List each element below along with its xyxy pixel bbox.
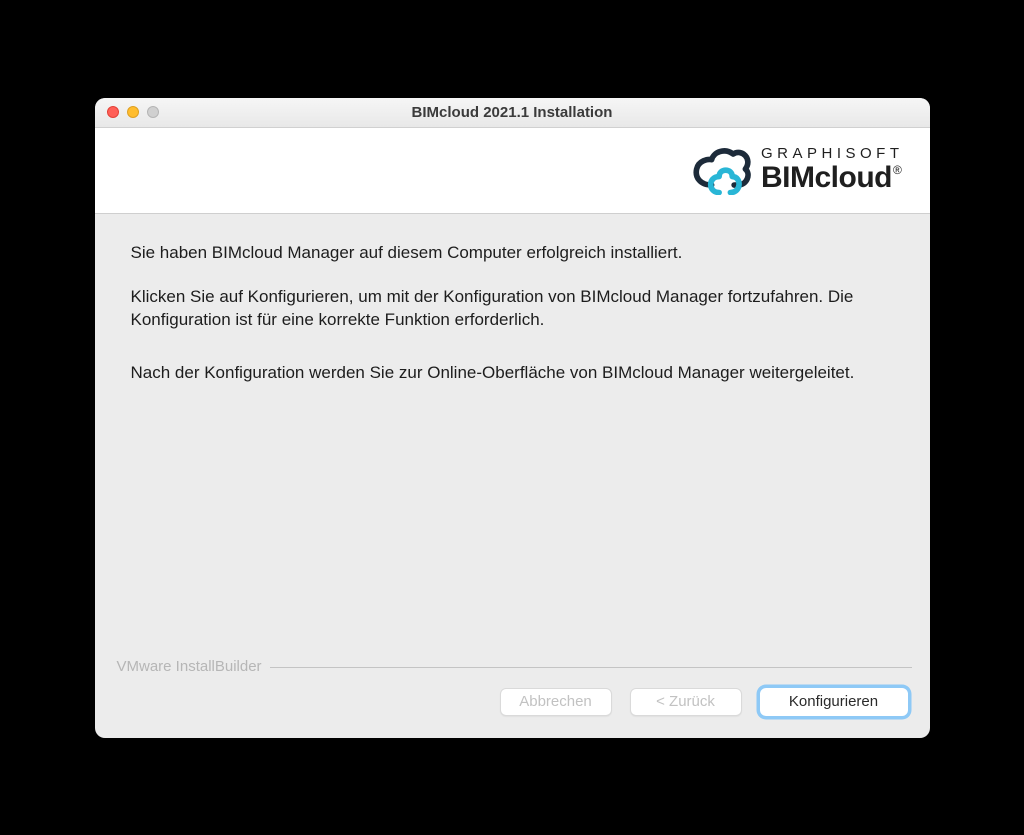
logo-brand-main-text: BIMcloud [761, 161, 892, 194]
logo-brand-top: GRAPHISOFT [761, 146, 904, 162]
builder-label: VMware InstallBuilder [113, 658, 270, 675]
button-row: Abbrechen < Zurück Konfigurieren [95, 688, 930, 738]
paragraph-redirect: Nach der Konfiguration werden Sie zur On… [131, 362, 894, 385]
titlebar: BIMcloud 2021.1 Installation [95, 98, 930, 128]
window-controls [95, 106, 159, 118]
window-title: BIMcloud 2021.1 Installation [95, 104, 930, 121]
configure-button[interactable]: Konfigurieren [760, 688, 908, 716]
installer-window: BIMcloud 2021.1 Installation GRAPHISOFT … [95, 98, 930, 738]
cancel-button: Abbrechen [500, 688, 612, 716]
close-window-button[interactable] [107, 106, 119, 118]
logo-text: GRAPHISOFT BIMcloud® [761, 146, 904, 193]
back-button: < Zurück [630, 688, 742, 716]
minimize-window-button[interactable] [127, 106, 139, 118]
registered-mark: ® [893, 163, 901, 177]
logo-brand-main: BIMcloud® [761, 162, 904, 194]
bimcloud-logo-icon [691, 145, 751, 195]
logo-area: GRAPHISOFT BIMcloud® [95, 128, 930, 214]
maximize-window-button [147, 106, 159, 118]
paragraph-instruction: Klicken Sie auf Konfigurieren, um mit de… [131, 286, 894, 332]
paragraph-success: Sie haben BIMcloud Manager auf diesem Co… [131, 242, 894, 265]
content-area: Sie haben BIMcloud Manager auf diesem Co… [95, 214, 930, 658]
builder-divider: VMware InstallBuilder [113, 658, 912, 676]
